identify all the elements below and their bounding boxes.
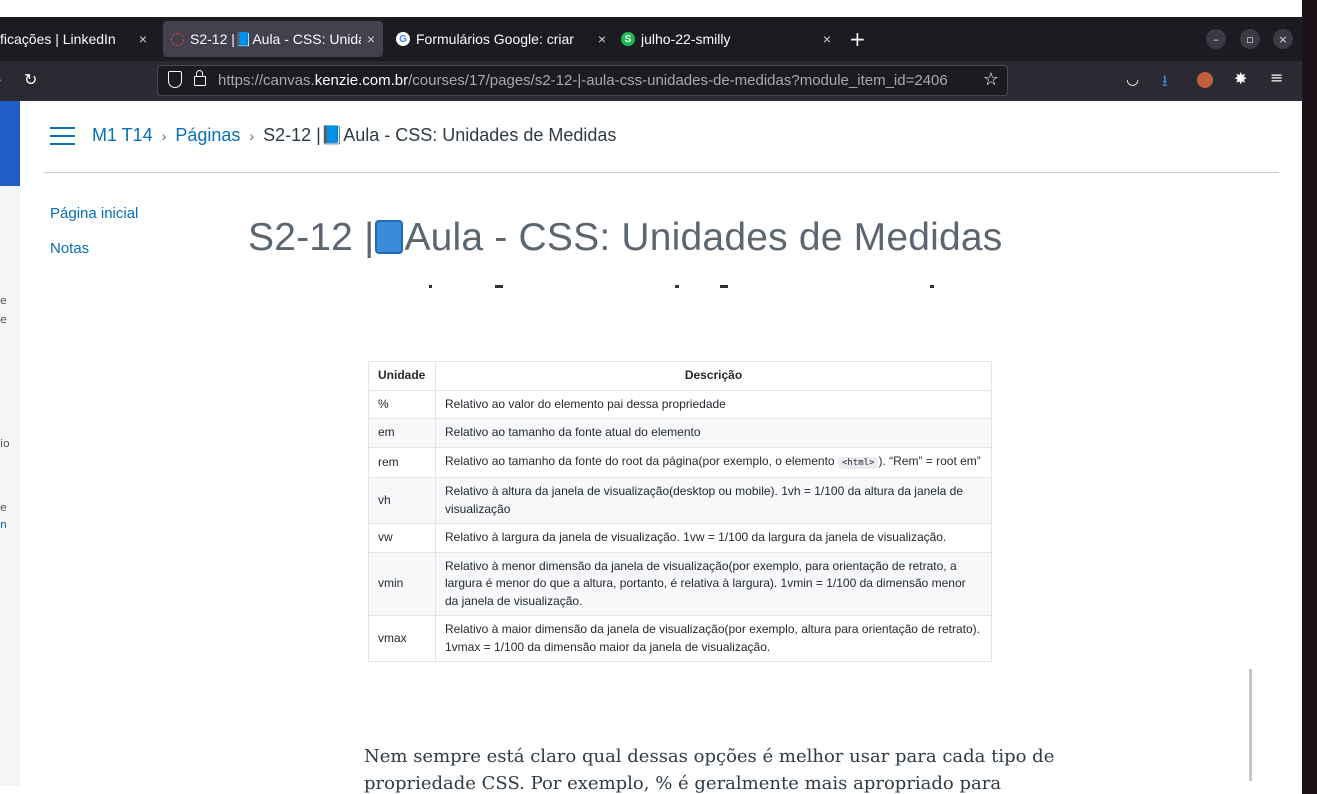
tab-julho-smilly[interactable]: S julho-22-smilly × (621, 21, 831, 57)
unit-cell: vmin (368, 551, 436, 616)
header-description: Descrição (435, 361, 992, 391)
tab-close-icon[interactable]: × (598, 31, 606, 47)
unit-cell: vmax (368, 615, 436, 662)
unit-cell: rem (368, 446, 436, 478)
description-cell: Relativo à altura da janela de visualiza… (435, 477, 992, 524)
breadcrumb-pages[interactable]: Páginas (175, 125, 240, 146)
blue-book-icon (375, 220, 404, 254)
clipped-link[interactable]: n (0, 518, 7, 531)
inline-code: <html> (837, 456, 879, 469)
s-icon: S (621, 32, 635, 46)
menu-icon[interactable]: ≡ (1270, 68, 1283, 87)
tab-title: ficações | LinkedIn (0, 31, 116, 47)
nav-grades[interactable]: Notas (50, 240, 138, 257)
minimize-icon[interactable]: – (1206, 29, 1226, 49)
description-cell: Relativo à menor dimensão da janela de v… (435, 551, 992, 616)
clipped-text: e (0, 294, 7, 307)
unit-cell: vh (368, 477, 436, 524)
tab-close-icon[interactable]: × (139, 31, 147, 47)
extension-gear-icon[interactable]: ✸ (1234, 69, 1247, 88)
units-table: Unidade Descrição % Relativo ao valor do… (368, 361, 992, 662)
google-icon: G (396, 32, 410, 46)
top-strip (0, 0, 1302, 17)
table-row: vmax Relativo à maior dimensão da janela… (368, 615, 992, 662)
clipped-text: e (0, 313, 7, 326)
table-row: vmin Relativo à menor dimensão da janela… (368, 551, 992, 616)
course-nav: Página inicial Notas (50, 205, 138, 275)
loading-icon (171, 32, 184, 46)
nav-home[interactable]: Página inicial (50, 205, 138, 222)
table-row: % Relativo ao valor do elemento pai dess… (368, 389, 992, 419)
clipped-text: e (0, 501, 7, 514)
pocket-icon[interactable]: ◡ (1126, 70, 1139, 88)
tab-google-forms[interactable]: G Formulários Google: criar × (396, 21, 606, 57)
tab-close-icon[interactable]: × (367, 31, 375, 47)
clipped-text: io (0, 437, 10, 450)
unit-cell: em (368, 418, 436, 448)
tab-css-units[interactable]: S2-12 |📘Aula - CSS: Unida × (163, 21, 383, 57)
divider (44, 172, 1279, 173)
page-title: S2-12 | Aula - CSS: Unidades de Medidas (248, 216, 1003, 259)
lock-icon[interactable] (194, 70, 206, 86)
breadcrumb-current: S2-12 |📘Aula - CSS: Unidades de Medidas (263, 125, 617, 145)
tab-close-icon[interactable]: × (823, 31, 831, 47)
bookmark-star-icon[interactable]: ☆ (983, 69, 999, 90)
close-window-icon[interactable]: × (1273, 29, 1293, 49)
browser-nav-bar: › ↻ https://canvas.kenzie.com.br/courses… (0, 61, 1302, 101)
description-cell: Relativo à largura da janela de visualiz… (435, 523, 992, 553)
new-tab-button[interactable]: + (849, 29, 866, 49)
unit-cell: vw (368, 523, 436, 553)
url-text[interactable]: https://canvas.kenzie.com.br/courses/17/… (218, 72, 948, 89)
reload-icon[interactable]: ↻ (24, 70, 37, 89)
desktop-edge (1302, 0, 1317, 794)
tab-title: julho-22-smilly (641, 31, 731, 47)
table-header-row: Unidade Descrição (368, 361, 992, 391)
tab-linkedin[interactable]: ficações | LinkedIn × (0, 21, 155, 57)
restore-icon[interactable]: ▫ (1240, 29, 1260, 49)
tab-title: Formulários Google: criar (416, 31, 574, 47)
global-nav-edge (0, 101, 20, 186)
description-cell: Relativo à maior dimensão da janela de v… (435, 615, 992, 662)
address-bar[interactable]: https://canvas.kenzie.com.br/courses/17/… (157, 65, 1008, 96)
unit-cell: % (368, 389, 436, 419)
chevron-right-icon: › (249, 127, 255, 144)
chevron-right-icon: › (161, 127, 167, 144)
tab-title: S2-12 |📘Aula - CSS: Unida (190, 30, 361, 47)
tracking-shield-icon[interactable] (168, 71, 182, 88)
scrollbar[interactable] (1249, 669, 1252, 781)
header-unit: Unidade (368, 361, 436, 391)
clipped-text-line (425, 285, 940, 289)
body-paragraph: Nem sempre está claro qual dessas opções… (364, 746, 1055, 794)
description-cell: Relativo ao valor do elemento pai dessa … (435, 389, 992, 419)
description-cell: Relativo ao tamanho da fonte atual do el… (435, 418, 992, 448)
description-cell: Relativo ao tamanho da fonte do root da … (435, 446, 992, 478)
side-panel-edge (0, 186, 20, 786)
hamburger-menu-icon[interactable] (50, 126, 75, 145)
browser-tab-bar: ficações | LinkedIn × S2-12 |📘Aula - CSS… (0, 17, 1302, 61)
download-icon[interactable]: ⭳ (1162, 70, 1168, 97)
table-row: em Relativo ao tamanho da fonte atual do… (368, 418, 992, 448)
breadcrumb-course[interactable]: M1 T14 (92, 125, 153, 146)
table-row: vw Relativo à largura da janela de visua… (368, 523, 992, 553)
forward-icon[interactable]: › (0, 70, 2, 89)
extension-avatar-icon[interactable] (1197, 72, 1213, 88)
table-row: rem Relativo ao tamanho da fonte do root… (368, 446, 992, 478)
breadcrumb: M1 T14 › Páginas › S2-12 |📘Aula - CSS: U… (50, 125, 616, 146)
table-row: vh Relativo à altura da janela de visual… (368, 477, 992, 524)
